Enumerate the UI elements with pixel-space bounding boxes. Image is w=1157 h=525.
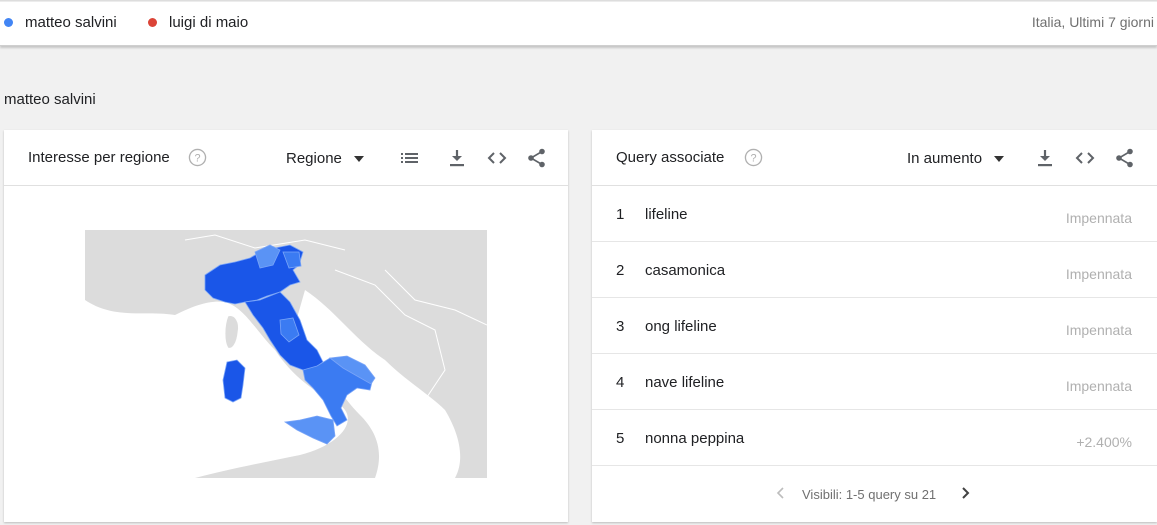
queries-card-header: Query associate ? In aumento: [592, 130, 1157, 186]
svg-text:?: ?: [194, 152, 200, 164]
interest-by-region-card: Interesse per regione ? Regione: [4, 130, 568, 522]
query-value: Impennata: [1065, 210, 1132, 226]
query-text[interactable]: casamonica: [645, 262, 725, 279]
region-card-title: Interesse per regione: [28, 149, 170, 166]
help-circle-icon[interactable]: ?: [188, 148, 207, 167]
query-row[interactable]: 4 nave lifeline Impennata: [592, 354, 1157, 410]
download-icon[interactable]: [446, 147, 468, 169]
term-1-label: matteo salvini: [25, 14, 117, 31]
query-text[interactable]: nave lifeline: [645, 374, 724, 391]
query-value: +2.400%: [1076, 434, 1132, 450]
query-value: Impennata: [1065, 266, 1132, 282]
chevron-down-icon: [994, 155, 1005, 162]
comparison-legend-bar: matteo salvini luigi di maio Italia, Ult…: [0, 0, 1157, 46]
help-circle-icon[interactable]: ?: [744, 148, 763, 167]
section-title: matteo salvini: [4, 91, 96, 108]
list-icon[interactable]: [399, 147, 421, 169]
query-text[interactable]: ong lifeline: [645, 318, 717, 335]
italy-region-map[interactable]: [85, 230, 487, 478]
chevron-left-icon[interactable]: [775, 486, 787, 500]
chevron-right-icon[interactable]: [959, 486, 971, 500]
term-1-color-dot: [4, 18, 13, 27]
region-card-header: Interesse per regione ? Regione: [4, 130, 568, 186]
legend-term-1[interactable]: matteo salvini: [4, 14, 117, 31]
share-icon[interactable]: [1114, 147, 1136, 169]
query-value: Impennata: [1065, 322, 1132, 338]
embed-icon[interactable]: [486, 147, 508, 169]
query-rank: 3: [616, 318, 625, 335]
sardinia-region: [222, 359, 246, 403]
legend-term-2[interactable]: luigi di maio: [148, 14, 248, 31]
term-2-label: luigi di maio: [169, 14, 249, 31]
pagination-text: Visibili: 1-5 query su 21: [802, 487, 937, 502]
embed-icon[interactable]: [1074, 147, 1096, 169]
query-rank: 2: [616, 262, 625, 279]
download-icon[interactable]: [1034, 147, 1056, 169]
region-dropdown-value: Regione: [286, 150, 342, 167]
chevron-down-icon: [353, 155, 364, 162]
related-queries-card: Query associate ? In aumento 1 lifeline …: [592, 130, 1157, 522]
query-row[interactable]: 3 ong lifeline Impennata: [592, 298, 1157, 354]
queries-dropdown-value: In aumento: [907, 150, 983, 167]
query-rank: 4: [616, 374, 625, 391]
query-row[interactable]: 2 casamonica Impennata: [592, 242, 1157, 298]
query-pagination: Visibili: 1-5 query su 21: [592, 480, 1157, 510]
term-2-color-dot: [148, 18, 157, 27]
queries-card-title: Query associate: [616, 149, 725, 166]
query-rank: 1: [616, 206, 625, 223]
scope-label: Italia, Ultimi 7 giorni: [1031, 14, 1154, 30]
query-rank: 5: [616, 430, 625, 447]
region-resolution-dropdown[interactable]: Regione: [286, 150, 364, 167]
query-value: Impennata: [1065, 378, 1132, 394]
queries-sort-dropdown[interactable]: In aumento: [907, 150, 1005, 167]
query-row[interactable]: 1 lifeline Impennata: [592, 186, 1157, 242]
query-text[interactable]: nonna peppina: [645, 430, 744, 447]
query-row[interactable]: 5 nonna peppina +2.400%: [592, 410, 1157, 466]
top-edge-shadow: [0, 0, 1157, 2]
svg-text:?: ?: [750, 152, 756, 164]
share-icon[interactable]: [526, 147, 548, 169]
query-text[interactable]: lifeline: [645, 206, 688, 223]
